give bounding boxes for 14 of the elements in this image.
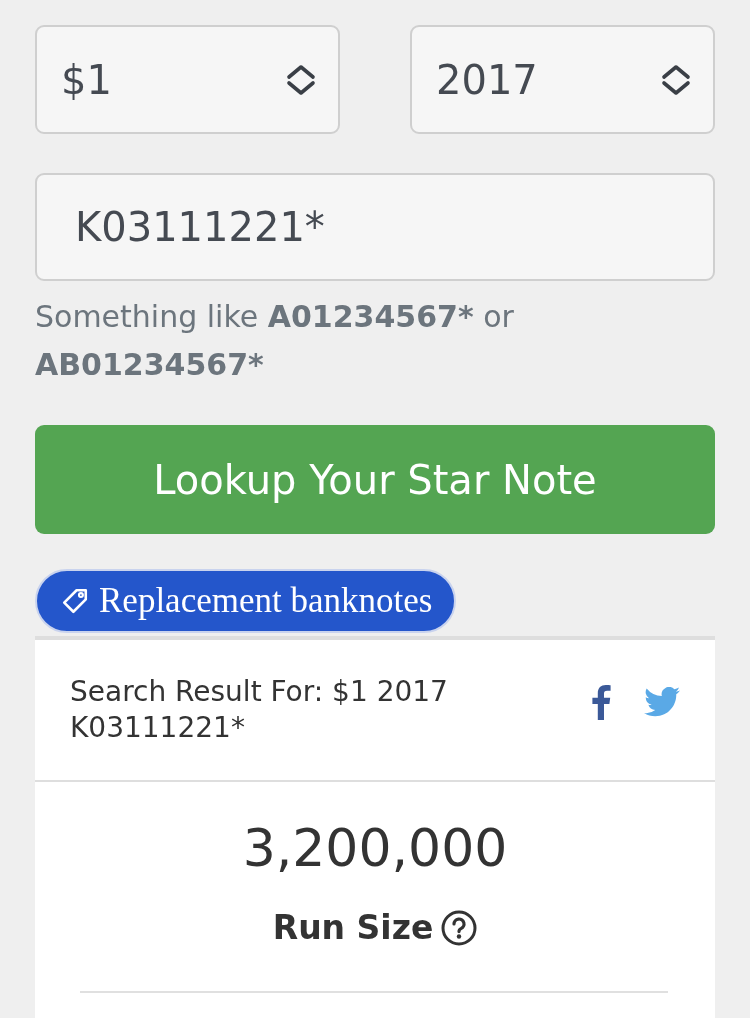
hint-text: Something like A01234567* or AB01234567* <box>35 298 515 384</box>
run-size-label: Run Size <box>272 908 434 948</box>
tag-link[interactable]: Replacement banknotes <box>35 569 457 633</box>
twitter-icon[interactable] <box>644 687 680 717</box>
year-select[interactable]: 2017 <box>410 25 715 134</box>
run-size-value: 3,200,000 <box>241 818 509 878</box>
chevron-icon <box>286 63 316 96</box>
help-icon[interactable] <box>441 910 478 946</box>
serial-input[interactable]: K03111221* <box>35 173 715 281</box>
tag-icon <box>61 587 89 615</box>
chevron-icon <box>661 63 691 96</box>
result-title: Search Result For: $1 2017 K03111221* <box>70 674 449 746</box>
denomination-select[interactable]: $1 <box>35 25 340 134</box>
facebook-icon[interactable] <box>591 684 611 720</box>
